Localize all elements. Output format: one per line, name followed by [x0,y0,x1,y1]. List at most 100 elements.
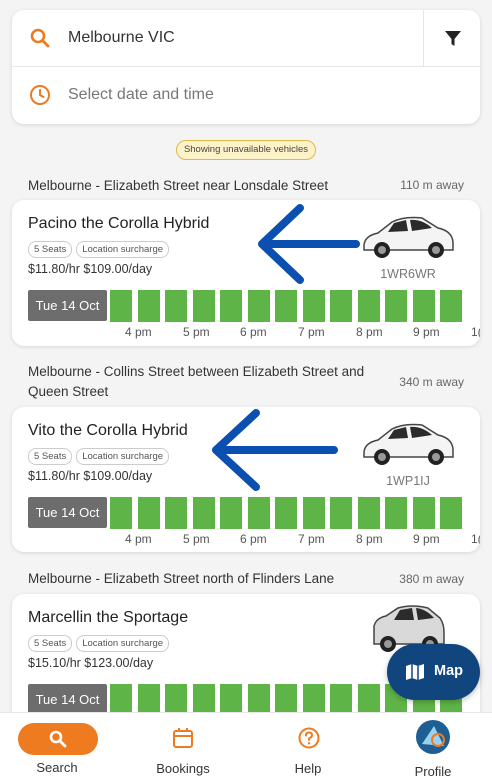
nav-profile[interactable]: Profile [388,713,478,784]
clock-icon [30,85,50,105]
date-time-row[interactable]: Select date and time [12,67,480,124]
seats-tag: 5 Seats [28,448,73,465]
time-slot[interactable] [303,290,325,322]
filter-icon [445,31,461,46]
hour-label: 5 pm [183,325,210,339]
license-plate: 1WP1IJ [386,474,430,488]
listing-location: Melbourne - Elizabeth Street near Lonsda… [28,178,329,193]
vehicle-tags: 5 Seats Location surcharge [28,446,173,465]
nav-search-label: Search [36,760,78,775]
map-button[interactable]: Map [387,644,480,700]
hour-label: 8 pm [356,532,383,546]
search-icon [30,28,50,48]
timeline-date: Tue 14 Oct [28,684,107,715]
arrow-left-annotation [212,409,338,491]
vehicle-price: $15.10/hr $123.00/day [28,656,154,670]
hour-label: 1( [471,325,480,339]
nav-search[interactable]: Search [12,713,102,784]
avatar [416,720,450,754]
location-input[interactable]: Melbourne VIC [68,29,175,47]
time-slot[interactable] [330,497,352,529]
map-button-label: Map [434,663,463,679]
seats-tag: 5 Seats [28,241,73,258]
time-slot[interactable] [220,497,242,529]
listing-location: Melbourne - Elizabeth Street north of Fl… [28,571,335,586]
map-icon [406,664,424,680]
calendar-icon [173,728,193,748]
availability-timeline[interactable]: Tue 14 Oct 4 pm 5 pm 6 pm 7 pm 8 pm 9 pm… [28,290,480,340]
search-icon [49,730,67,748]
time-slot[interactable] [193,290,215,322]
nav-bookings-label: Bookings [156,761,210,776]
hour-label: 6 pm [240,325,267,339]
nav-bookings[interactable]: Bookings [138,713,228,784]
help-icon [298,727,320,749]
filter-button[interactable] [423,10,480,67]
vehicle-price: $11.80/hr $109.00/day [28,469,153,483]
vehicle-name: Pacino the Corolla Hybrid [28,215,210,232]
vehicle-tags: 5 Seats Location surcharge [28,633,173,652]
date-time-input[interactable]: Select date and time [68,86,214,104]
time-slot[interactable] [193,497,215,529]
search-card: Melbourne VIC Select date and time [12,10,480,124]
listing-distance: 110 m away [400,178,464,192]
hour-label: 4 pm [125,532,152,546]
time-slot[interactable] [275,497,297,529]
vehicle-name: Vito the Corolla Hybrid [28,422,188,439]
location-search-row[interactable]: Melbourne VIC [12,10,480,67]
time-slot[interactable] [440,290,462,322]
time-slot[interactable] [413,497,435,529]
listing-distance: 340 m away [399,375,464,389]
time-slot[interactable] [220,290,242,322]
hour-label: 9 pm [413,532,440,546]
time-slot[interactable] [165,290,187,322]
time-slot[interactable] [248,497,270,529]
time-slot[interactable] [385,497,407,529]
time-slot[interactable] [358,497,380,529]
time-slot[interactable] [385,290,407,322]
hour-label: 4 pm [125,325,152,339]
time-slot[interactable] [275,290,297,322]
time-slot[interactable] [248,290,270,322]
listing-location: Melbourne - Collins Street between Eliza… [28,364,365,399]
hour-label: 7 pm [298,532,325,546]
nav-help-label: Help [294,761,322,776]
hour-label: 7 pm [298,325,325,339]
hour-label: 5 pm [183,532,210,546]
vehicle-price: $11.80/hr $109.00/day [28,262,153,276]
time-slot[interactable] [110,290,132,322]
hour-label: 1( [471,532,480,546]
time-slot[interactable] [138,497,160,529]
vehicle-tags: 5 Seats Location surcharge [28,239,173,258]
arrow-left-annotation [258,204,360,284]
time-slot[interactable] [138,290,160,322]
hour-label: 6 pm [240,532,267,546]
search-pill [18,723,98,755]
time-slot[interactable] [330,290,352,322]
car-image [363,216,454,258]
surcharge-tag: Location surcharge [76,635,170,652]
vehicle-card[interactable]: Vito the Corolla Hybrid 5 Seats Location … [12,407,480,552]
time-slot[interactable] [440,497,462,529]
time-slot[interactable] [413,290,435,322]
surcharge-tag: Location surcharge [76,241,170,258]
time-slot[interactable] [303,497,325,529]
seats-tag: 5 Seats [28,635,73,652]
unavailable-notice-badge: Showing unavailable vehicles [176,140,316,160]
timeline-date: Tue 14 Oct [28,497,107,528]
hour-label: 8 pm [356,325,383,339]
car-image [363,423,454,465]
availability-timeline[interactable]: Tue 14 Oct 4 pm 5 pm 6 pm 7 pm 8 pm 9 pm… [28,497,480,547]
time-slot[interactable] [165,497,187,529]
listing-distance: 380 m away [399,572,464,586]
license-plate: 1WR6WR [380,267,436,281]
vehicle-card[interactable]: Pacino the Corolla Hybrid 5 Seats Locatio… [12,200,480,346]
vehicle-name: Marcellin the Sportage [28,609,189,626]
nav-help[interactable]: Help [263,713,353,784]
time-slot[interactable] [358,290,380,322]
timeline-date: Tue 14 Oct [28,290,107,321]
hour-label: 9 pm [413,325,440,339]
nav-profile-label: Profile [414,764,452,779]
time-slot[interactable] [110,497,132,529]
bottom-nav: Search Bookings Help Profile [0,712,492,784]
